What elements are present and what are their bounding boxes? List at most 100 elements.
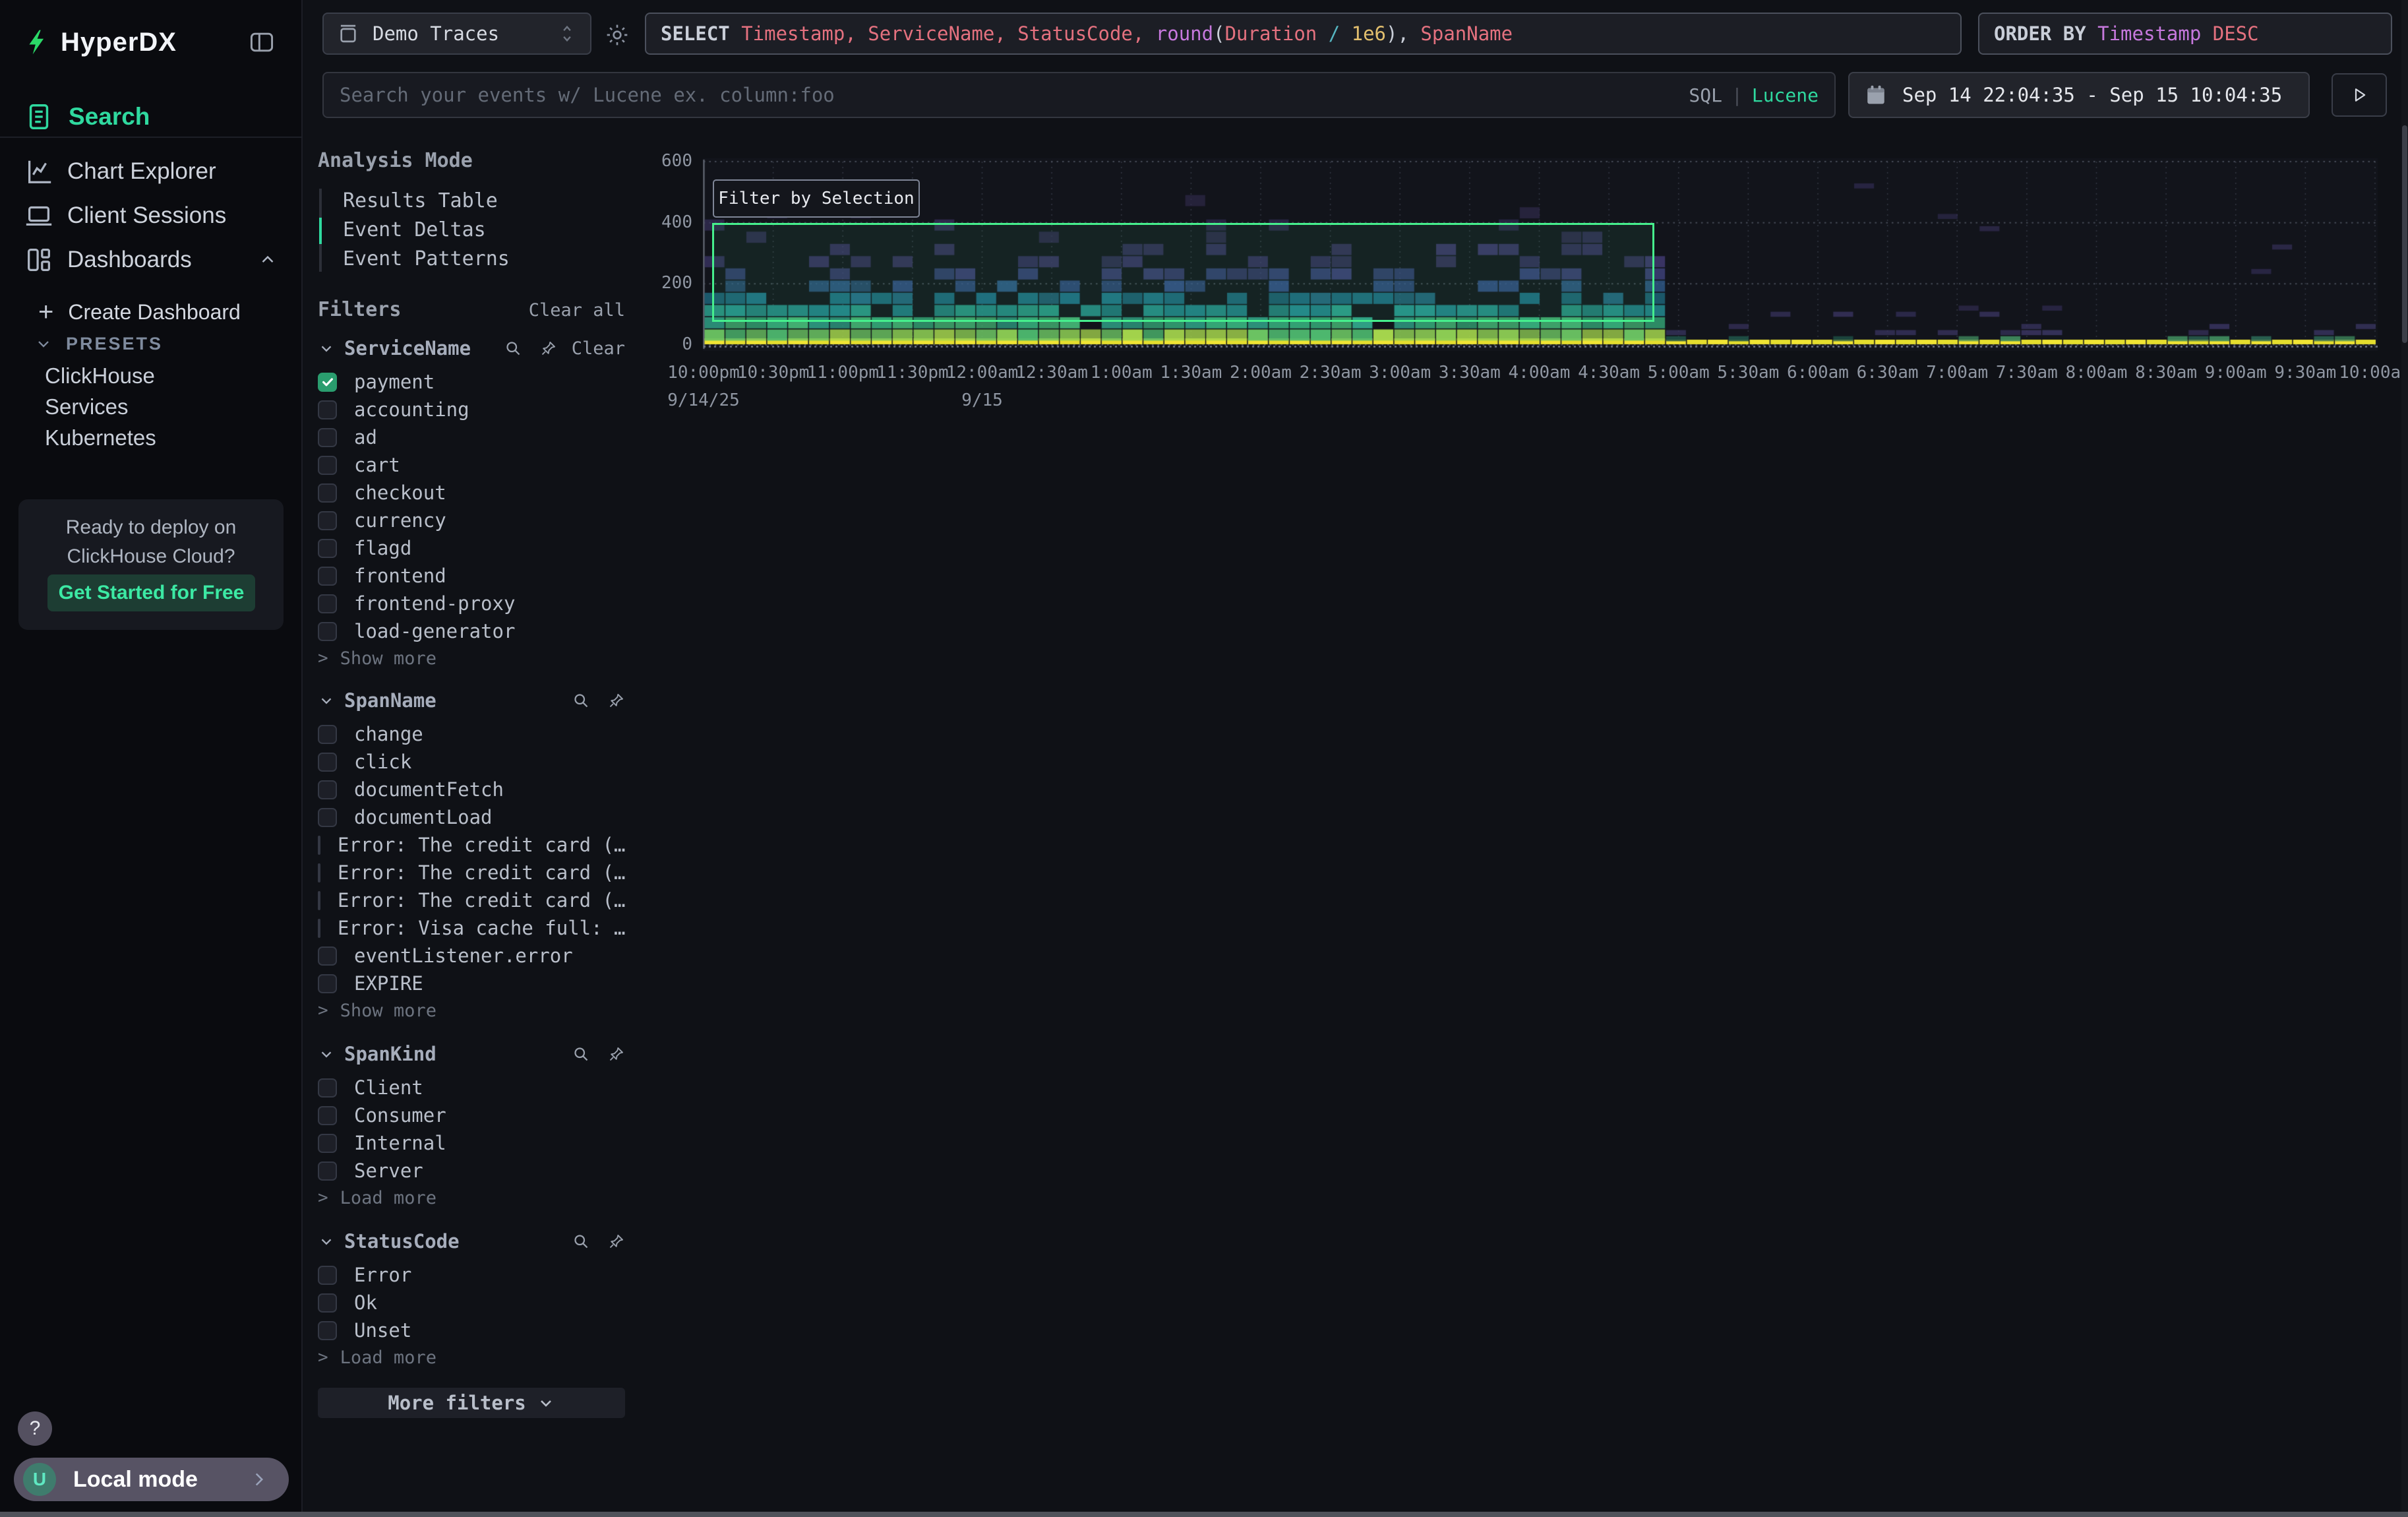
filter-item-click[interactable]: click <box>318 748 625 776</box>
filter-item-currency[interactable]: currency <box>318 507 625 534</box>
filter-by-selection-tooltip[interactable]: Filter by Selection <box>713 179 920 218</box>
checkbox-unchecked[interactable] <box>318 539 337 558</box>
filter-item-frontend-proxy[interactable]: frontend-proxy <box>318 590 625 617</box>
sidebar-item-services[interactable]: Services <box>0 392 303 421</box>
checkbox-unchecked[interactable] <box>318 622 337 641</box>
checkbox-unchecked[interactable] <box>318 974 337 993</box>
checkbox-unchecked[interactable] <box>318 919 320 938</box>
tab-event-patterns[interactable]: Event Patterns <box>343 244 626 273</box>
gear-icon[interactable] <box>604 22 630 48</box>
checkbox-unchecked[interactable] <box>318 836 320 855</box>
filter-item-internal[interactable]: Internal <box>318 1129 625 1157</box>
lucene-mode-button[interactable]: Lucene <box>1752 84 1819 106</box>
checkbox-unchecked[interactable] <box>318 891 320 910</box>
search-icon[interactable] <box>572 692 590 710</box>
filter-item-error-the-credit-card-[interactable]: Error: The credit card (… <box>318 831 625 859</box>
sidebar-item-kubernetes[interactable]: Kubernetes <box>0 423 303 452</box>
filter-item-load-generator[interactable]: load-generator <box>318 617 625 645</box>
filter-item-payment[interactable]: payment <box>318 368 625 396</box>
chevron-down-icon[interactable] <box>318 340 335 357</box>
search-icon[interactable] <box>572 1233 590 1251</box>
pin-icon[interactable] <box>607 1233 625 1251</box>
filter-item-ad[interactable]: ad <box>318 423 625 451</box>
checkbox-unchecked[interactable] <box>318 456 337 475</box>
filter-item-checkout[interactable]: checkout <box>318 479 625 507</box>
filter-item-cart[interactable]: cart <box>318 451 625 479</box>
search-icon[interactable] <box>572 1045 590 1063</box>
checkbox-unchecked[interactable] <box>318 946 337 966</box>
checkbox-unchecked[interactable] <box>318 594 337 613</box>
tab-event-deltas[interactable]: Event Deltas <box>343 215 626 244</box>
checkbox-checked[interactable] <box>318 373 337 392</box>
clear-all-button[interactable]: Clear all <box>529 300 625 321</box>
order-by-input[interactable]: ORDER BY Timestamp DESC <box>1978 13 2392 55</box>
sql-mode-button[interactable]: SQL <box>1689 84 1722 106</box>
filter-item-server[interactable]: Server <box>318 1157 625 1185</box>
filter-item-expire[interactable]: EXPIRE <box>318 970 625 997</box>
chart-selection-region[interactable] <box>712 223 1655 323</box>
create-dashboard-button[interactable]: + Create Dashboard <box>0 297 303 327</box>
checkbox-unchecked[interactable] <box>318 1134 337 1153</box>
checkbox-unchecked[interactable] <box>318 428 337 447</box>
time-range-picker[interactable]: Sep 14 22:04:35 - Sep 15 10:04:35 <box>1848 72 2310 118</box>
get-started-button[interactable]: Get Started for Free <box>47 574 255 611</box>
filter-item-error-visa-cache-full-[interactable]: Error: Visa cache full: … <box>318 914 625 942</box>
checkbox-unchecked[interactable] <box>318 863 320 882</box>
filter-item-eventlistener-error[interactable]: eventListener.error <box>318 942 625 970</box>
filter-item-consumer[interactable]: Consumer <box>318 1101 625 1129</box>
pin-icon[interactable] <box>607 1045 625 1063</box>
horizontal-scrollbar[interactable] <box>0 1512 2408 1517</box>
show-more-button[interactable]: >Show more <box>318 645 625 671</box>
filter-item-client[interactable]: Client <box>318 1074 625 1101</box>
checkbox-unchecked[interactable] <box>318 1161 337 1181</box>
checkbox-unchecked[interactable] <box>318 567 337 586</box>
presets-toggle[interactable]: PRESETS <box>0 330 303 357</box>
filter-item-frontend[interactable]: frontend <box>318 562 625 590</box>
checkbox-unchecked[interactable] <box>318 1266 337 1285</box>
filter-item-unset[interactable]: Unset <box>318 1316 625 1344</box>
search-input[interactable]: Search your events w/ Lucene ex. column:… <box>322 72 1836 118</box>
checkbox-unchecked[interactable] <box>318 400 337 419</box>
sidebar-item-dashboards[interactable]: Dashboards <box>0 241 303 278</box>
filter-item-error[interactable]: Error <box>318 1261 625 1289</box>
filter-item-change[interactable]: change <box>318 720 625 748</box>
filter-item-flagd[interactable]: flagd <box>318 534 625 562</box>
checkbox-unchecked[interactable] <box>318 780 337 799</box>
checkbox-unchecked[interactable] <box>318 753 337 772</box>
sidebar-item-client-sessions[interactable]: Client Sessions <box>0 197 303 234</box>
filter-item-documentload[interactable]: documentLoad <box>318 803 625 831</box>
filter-item-accounting[interactable]: accounting <box>318 396 625 423</box>
select-query-input[interactable]: SELECT Timestamp, ServiceName, StatusCod… <box>645 13 1962 55</box>
sidebar-collapse-icon[interactable] <box>247 28 276 57</box>
checkbox-unchecked[interactable] <box>318 808 337 827</box>
tab-results-table[interactable]: Results Table <box>343 186 626 215</box>
pin-icon[interactable] <box>539 340 557 357</box>
checkbox-unchecked[interactable] <box>318 1078 337 1098</box>
filter-item-documentfetch[interactable]: documentFetch <box>318 776 625 803</box>
checkbox-unchecked[interactable] <box>318 1293 337 1313</box>
pin-icon[interactable] <box>607 692 625 710</box>
filter-item-ok[interactable]: Ok <box>318 1289 625 1316</box>
show-more-button[interactable]: >Load more <box>318 1185 625 1211</box>
filter-item-error-the-credit-card-[interactable]: Error: The credit card (… <box>318 886 625 914</box>
clear-filter-button[interactable]: Clear <box>572 338 625 359</box>
chevron-down-icon[interactable] <box>318 1233 335 1250</box>
run-query-button[interactable] <box>2332 73 2387 117</box>
filter-item-error-the-credit-card-[interactable]: Error: The credit card (… <box>318 859 625 886</box>
show-more-button[interactable]: >Load more <box>318 1344 625 1371</box>
checkbox-unchecked[interactable] <box>318 483 337 503</box>
more-filters-button[interactable]: More filters <box>318 1388 625 1418</box>
chevron-down-icon[interactable] <box>318 1045 335 1063</box>
checkbox-unchecked[interactable] <box>318 1106 337 1125</box>
search-icon[interactable] <box>504 340 522 357</box>
sidebar-item-clickhouse[interactable]: ClickHouse <box>0 361 303 390</box>
chevron-down-icon[interactable] <box>318 692 335 709</box>
user-menu-button[interactable]: U Local mode <box>14 1458 289 1501</box>
checkbox-unchecked[interactable] <box>318 511 337 530</box>
show-more-button[interactable]: >Show more <box>318 997 625 1024</box>
checkbox-unchecked[interactable] <box>318 725 337 744</box>
sidebar-item-search[interactable]: Search <box>0 98 303 136</box>
source-select[interactable]: Demo Traces <box>322 13 591 55</box>
help-button[interactable]: ? <box>18 1411 52 1446</box>
sidebar-item-chart-explorer[interactable]: Chart Explorer <box>0 153 303 190</box>
